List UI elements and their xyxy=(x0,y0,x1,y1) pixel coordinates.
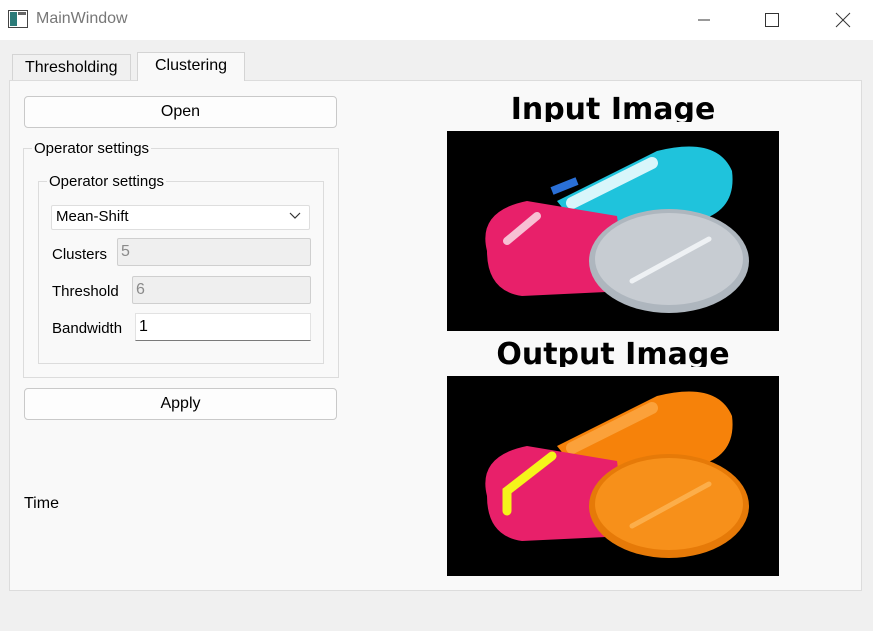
close-button[interactable] xyxy=(820,0,866,40)
time-label: Time xyxy=(24,495,59,512)
maximize-icon xyxy=(765,13,779,27)
chevron-down-icon xyxy=(289,212,301,219)
threshold-input[interactable]: 6 xyxy=(132,276,311,304)
clusters-input[interactable]: 5 xyxy=(117,238,311,266)
tab-thresholding[interactable]: Thresholding xyxy=(12,54,131,80)
input-image-title: Input Image xyxy=(510,93,716,122)
output-pills-picture xyxy=(447,376,779,576)
clustering-panel: Open Operator settings Operator settings… xyxy=(9,80,862,591)
bandwidth-label: Bandwidth xyxy=(52,320,123,337)
input-pills-picture xyxy=(447,131,779,331)
bandwidth-input[interactable]: 1 xyxy=(135,313,311,341)
tab-clustering[interactable]: Clustering xyxy=(137,52,245,81)
clusters-label: Clusters xyxy=(52,246,108,263)
threshold-label: Threshold xyxy=(52,283,119,300)
operator-select-value: Mean-Shift xyxy=(56,208,129,225)
output-image-title: Output Image xyxy=(496,338,730,367)
minimize-button[interactable] xyxy=(681,0,727,40)
tab-bar: Thresholding Clustering xyxy=(0,40,873,81)
maximize-button[interactable] xyxy=(749,0,795,40)
operator-settings-group: Operator settings Operator settings Mean… xyxy=(23,140,339,378)
minimize-icon xyxy=(698,19,710,21)
operator-settings-title: Operator settings xyxy=(32,140,152,157)
operator-select[interactable]: Mean-Shift xyxy=(51,205,310,230)
apply-button[interactable]: Apply xyxy=(24,388,337,420)
output-image xyxy=(447,376,779,576)
title-bar: MainWindow xyxy=(0,0,873,40)
window-title: MainWindow xyxy=(36,10,128,27)
input-image xyxy=(447,131,779,331)
app-icon xyxy=(8,10,28,28)
inner-operator-settings-group: Operator settings Mean-Shift Clusters 5 … xyxy=(38,173,324,364)
inner-operator-settings-title: Operator settings xyxy=(47,173,167,190)
open-button[interactable]: Open xyxy=(24,96,337,128)
close-icon xyxy=(835,12,851,28)
